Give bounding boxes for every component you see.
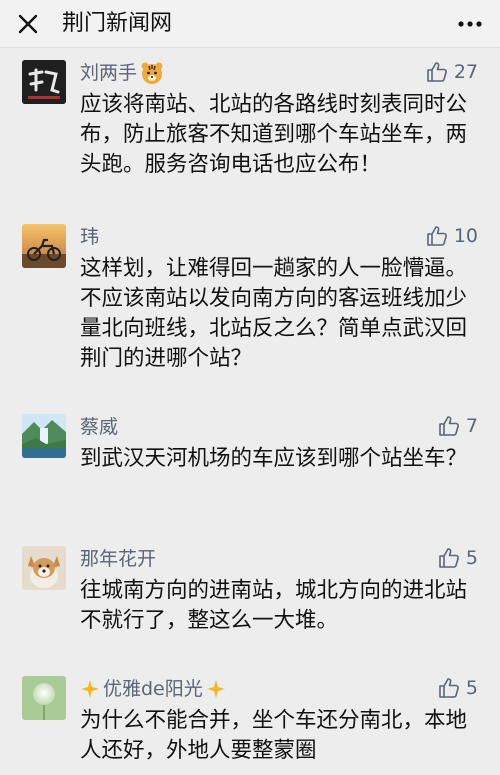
commenter-name[interactable]: 那年花开: [80, 546, 156, 572]
page-title: 荆门新闻网: [62, 11, 173, 36]
comment-text: 到武汉天河机场的车应该到哪个站坐车？: [80, 446, 468, 471]
like-button[interactable]: 10: [426, 222, 478, 250]
close-icon: [18, 14, 38, 34]
thumbs-up-icon: [439, 678, 459, 698]
avatar-image: [22, 546, 66, 590]
thumbs-up-icon: [439, 416, 459, 436]
like-count: 5: [465, 677, 478, 699]
avatar[interactable]: [22, 60, 66, 104]
like-button[interactable]: 7: [438, 412, 478, 440]
comment-text: 这样划，让难得回一趟家的人一脸懵逼。不应该南站以发向南方向的客运班线加少量北向班…: [80, 256, 468, 371]
top-bar: 荆门新闻网: [0, 0, 500, 48]
tiger-emoji-icon: [141, 62, 163, 84]
more-button[interactable]: [456, 10, 484, 38]
commenter-name[interactable]: 蔡威: [80, 414, 118, 440]
like-count: 7: [465, 415, 478, 437]
thumbs-up-icon: [427, 226, 447, 246]
comment-text: 往城南方向的进南站，城北方向的进北站不就行了，整这么一大堆。: [80, 578, 468, 633]
more-dots-icon: [458, 21, 482, 27]
avatar-image: [22, 60, 66, 104]
sparkle-icon: [81, 680, 99, 698]
avatar-image: [22, 414, 66, 458]
avatar[interactable]: [22, 546, 66, 590]
like-count: 27: [453, 61, 478, 83]
like-button[interactable]: 27: [426, 58, 478, 86]
comment-text: 为什么不能合并，坐个车还分南北，本地人还好，外地人要整蒙圈: [80, 708, 468, 763]
comment-text: 应该将南站、北站的各路线时刻表同时公布，防止旅客不知道到哪个车站坐车，两头跑。服…: [80, 92, 468, 177]
commenter-name[interactable]: 优雅de阳光: [80, 676, 226, 702]
thumbs-up-icon: [439, 548, 459, 568]
thumbs-up-icon: [427, 62, 447, 82]
like-count: 5: [465, 547, 478, 569]
avatar[interactable]: [22, 224, 66, 268]
like-count: 10: [453, 225, 478, 247]
commenter-name[interactable]: 刘两手: [80, 60, 164, 86]
like-button[interactable]: 5: [438, 674, 478, 702]
avatar[interactable]: [22, 414, 66, 458]
close-button[interactable]: [14, 10, 42, 38]
sparkle-icon: [206, 680, 225, 698]
avatar-image: [22, 224, 66, 268]
avatar-image: [22, 676, 66, 720]
commenter-name[interactable]: 玮: [80, 224, 99, 250]
avatar[interactable]: [22, 676, 66, 720]
like-button[interactable]: 5: [438, 544, 478, 572]
